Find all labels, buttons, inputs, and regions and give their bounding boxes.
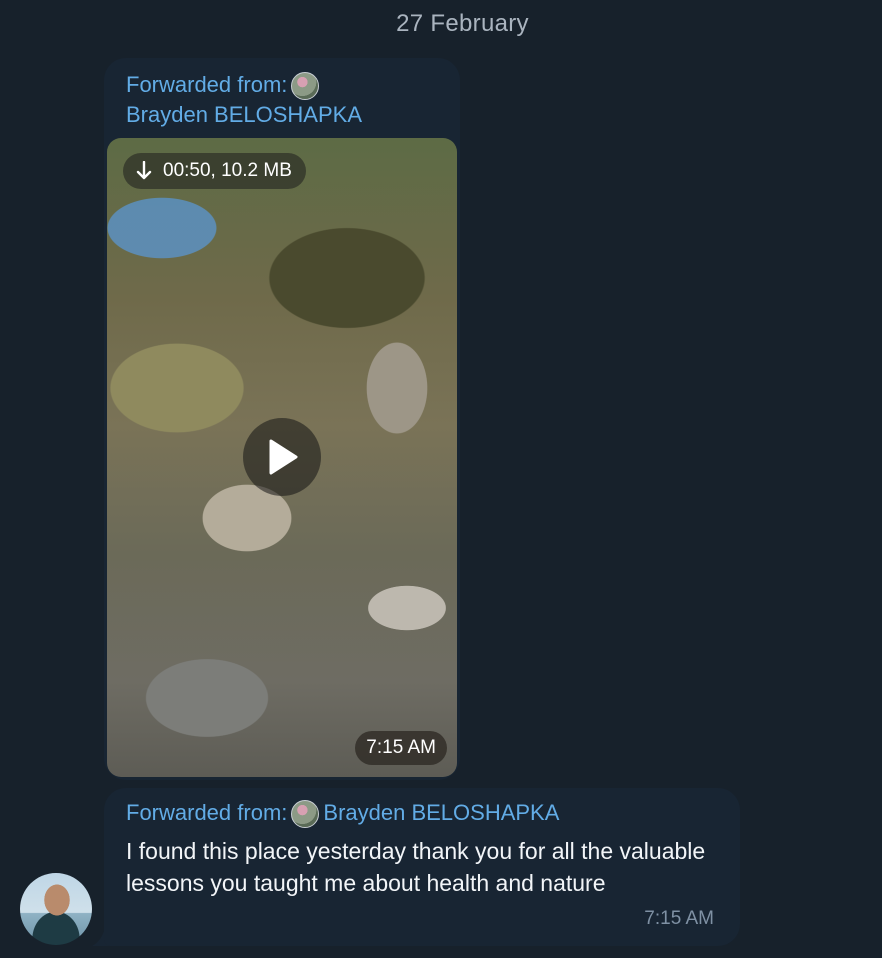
forwarded-user-avatar[interactable]: [291, 800, 320, 828]
sender-avatar[interactable]: [20, 873, 92, 945]
play-button[interactable]: [243, 418, 321, 496]
forwarded-header: Forwarded from: Brayden BELOSHAPKA: [126, 798, 559, 828]
message-time: 7:15 AM: [355, 731, 447, 765]
video-message-bubble[interactable]: Forwarded from: Brayden BELOSHAPKA 00:50…: [104, 58, 460, 780]
forwarded-user-name[interactable]: Brayden BELOSHAPKA: [126, 100, 362, 130]
forwarded-user-avatar[interactable]: [291, 72, 320, 100]
date-separator: 27 February: [396, 10, 529, 37]
forwarded-header: Forwarded from: Brayden BELOSHAPKA: [126, 70, 362, 130]
play-icon: [269, 439, 298, 475]
video-download-badge[interactable]: 00:50, 10.2 MB: [123, 153, 306, 189]
forwarded-user-name[interactable]: Brayden BELOSHAPKA: [323, 798, 559, 828]
video-thumbnail[interactable]: 00:50, 10.2 MB 7:15 AM: [107, 138, 457, 777]
video-duration-size: 00:50, 10.2 MB: [163, 160, 292, 181]
message-time: 7:15 AM: [644, 908, 714, 929]
message-text: I found this place yesterday thank you f…: [126, 838, 706, 896]
forwarded-label: Forwarded from:: [126, 72, 288, 97]
text-message-bubble[interactable]: Forwarded from: Brayden BELOSHAPKA I fou…: [104, 788, 740, 946]
forwarded-label: Forwarded from:: [126, 800, 288, 825]
chat-view: 27 February Forwarded from: Brayden BELO…: [0, 0, 882, 958]
download-arrow-icon: [135, 161, 153, 181]
